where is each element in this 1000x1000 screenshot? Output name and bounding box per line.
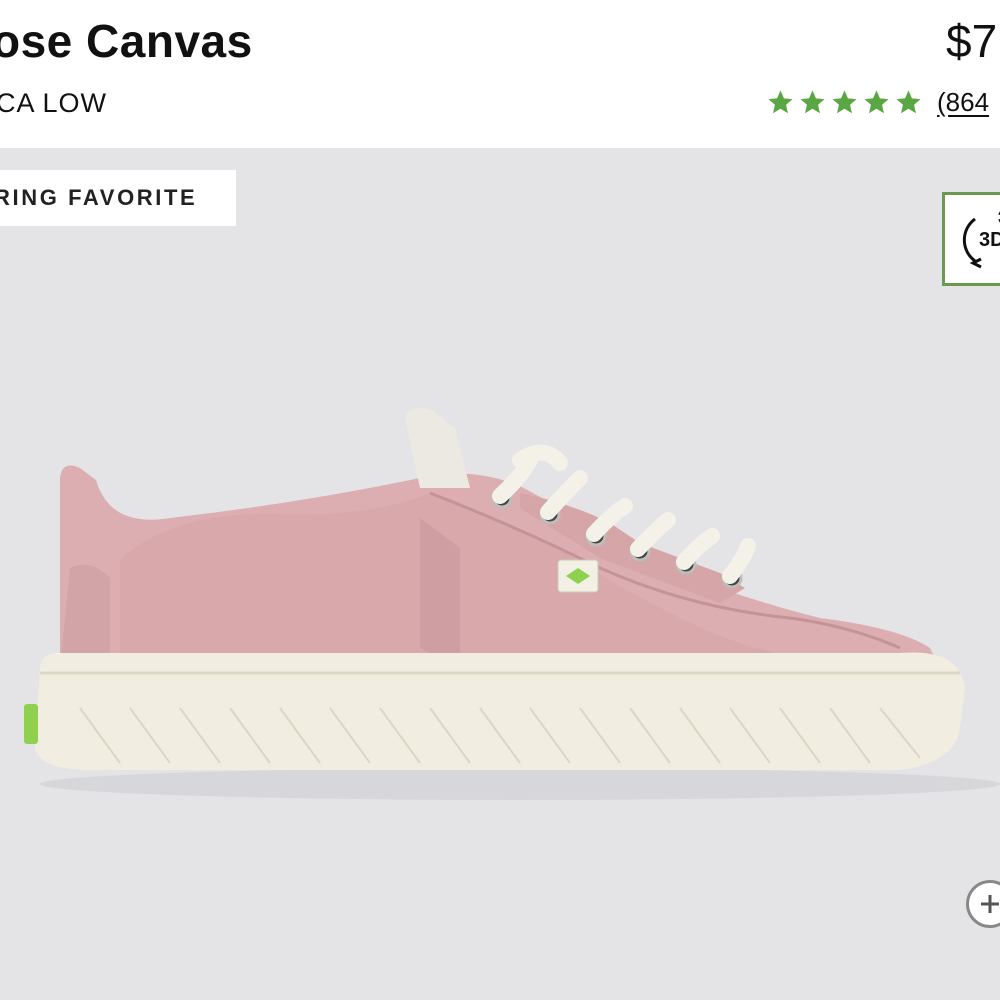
rating: (864 [766, 84, 989, 120]
review-count-link[interactable]: (864 [937, 87, 989, 118]
product-image-sneaker [24, 407, 1000, 800]
product-title: ose Canvas [0, 15, 253, 67]
product-subtitle: CA LOW [0, 88, 108, 118]
star-icon [896, 89, 921, 113]
star-icon [768, 89, 793, 113]
star-icon [800, 89, 825, 113]
star-icon [832, 89, 857, 113]
product-header: ose Canvas CA LOW $7 (864 [0, 0, 1000, 148]
product-image-gallery[interactable]: RING FAVORITE 3D [0, 148, 1000, 1000]
rating-stars [766, 88, 923, 117]
star-icon [864, 89, 889, 113]
zoom-in-icon [981, 895, 999, 913]
product-price: $7 [946, 15, 998, 67]
